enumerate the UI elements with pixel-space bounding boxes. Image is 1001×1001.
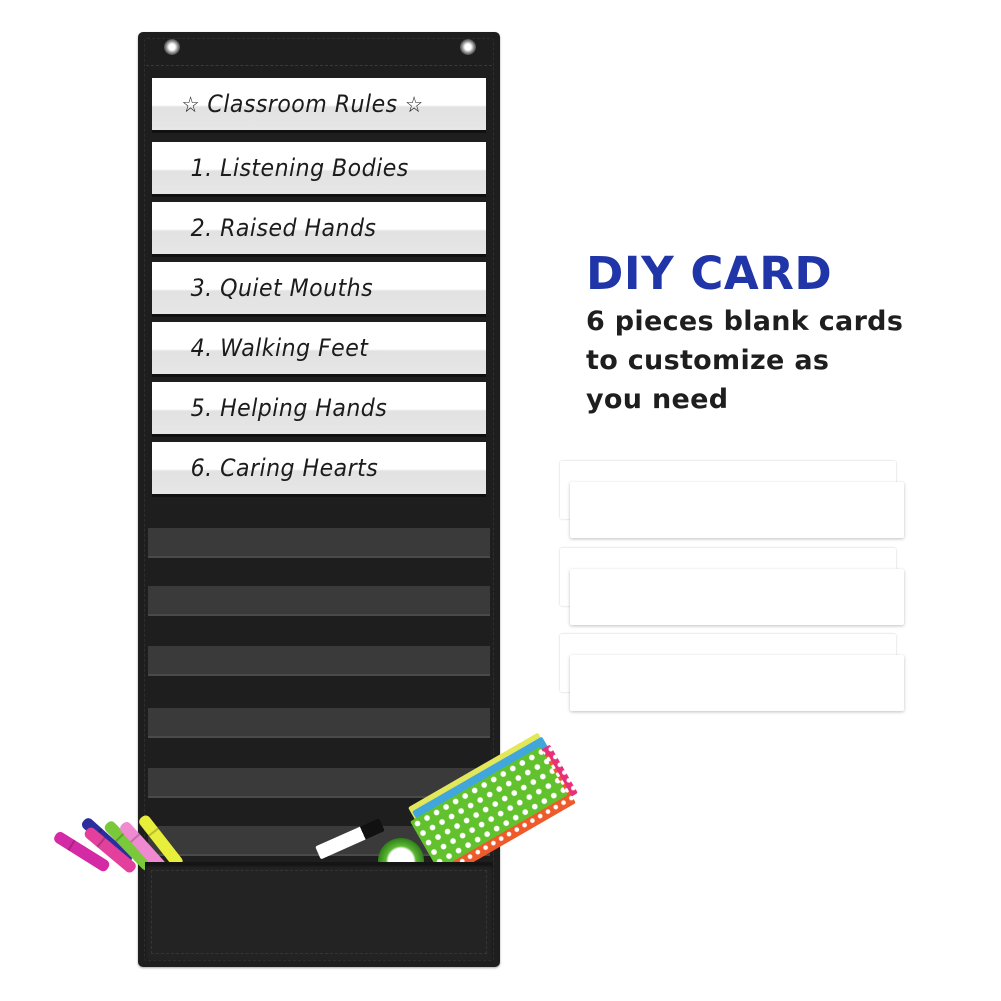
rule-card-text: 5. Helping Hands [190, 394, 388, 422]
title-card-label: Classroom Rules [207, 90, 398, 118]
blank-card [570, 655, 904, 711]
empty-pocket [148, 528, 490, 558]
empty-pocket [148, 646, 490, 676]
star-icon: ☆ [404, 93, 424, 118]
polka-dot-cards [408, 732, 590, 878]
header-stitching [146, 65, 492, 66]
rule-card-text: 2. Raised Hands [190, 214, 377, 242]
promo-description: 6 pieces blank cards to customize as you… [586, 302, 903, 419]
blank-card-pair [560, 634, 908, 714]
title-card: ☆ Classroom Rules ☆ [152, 78, 486, 133]
rule-card: 3. Quiet Mouths [152, 262, 486, 317]
rule-card: 4. Walking Feet [152, 322, 486, 377]
promo-description-line: you need [586, 384, 729, 415]
storage-pocket [145, 862, 493, 960]
promo-description-line: 6 pieces blank cards [586, 306, 904, 337]
blank-card-pair [560, 461, 908, 541]
rule-card-text: 1. Listening Bodies [190, 154, 409, 182]
star-icon: ☆ [181, 93, 201, 118]
rule-card-text: 4. Walking Feet [190, 334, 369, 362]
blank-card-pair [560, 548, 908, 628]
grommet-right-icon [460, 39, 476, 55]
blank-card [570, 482, 904, 538]
title-card-text: ☆ Classroom Rules ☆ [152, 90, 431, 118]
empty-pocket [148, 586, 490, 616]
blank-card [570, 569, 904, 625]
rule-card-text: 3. Quiet Mouths [190, 274, 374, 302]
rule-card: 6. Caring Hearts [152, 442, 486, 497]
promo-heading: DIY CARD [586, 247, 833, 300]
rule-card: 1. Listening Bodies [152, 142, 486, 197]
storage-stitching [151, 870, 487, 954]
empty-pocket [148, 708, 490, 738]
grommet-left-icon [164, 39, 180, 55]
rule-card-text: 6. Caring Hearts [190, 454, 379, 482]
rule-card: 2. Raised Hands [152, 202, 486, 257]
promo-description-line: to customize as [586, 345, 830, 376]
rule-card: 5. Helping Hands [152, 382, 486, 437]
